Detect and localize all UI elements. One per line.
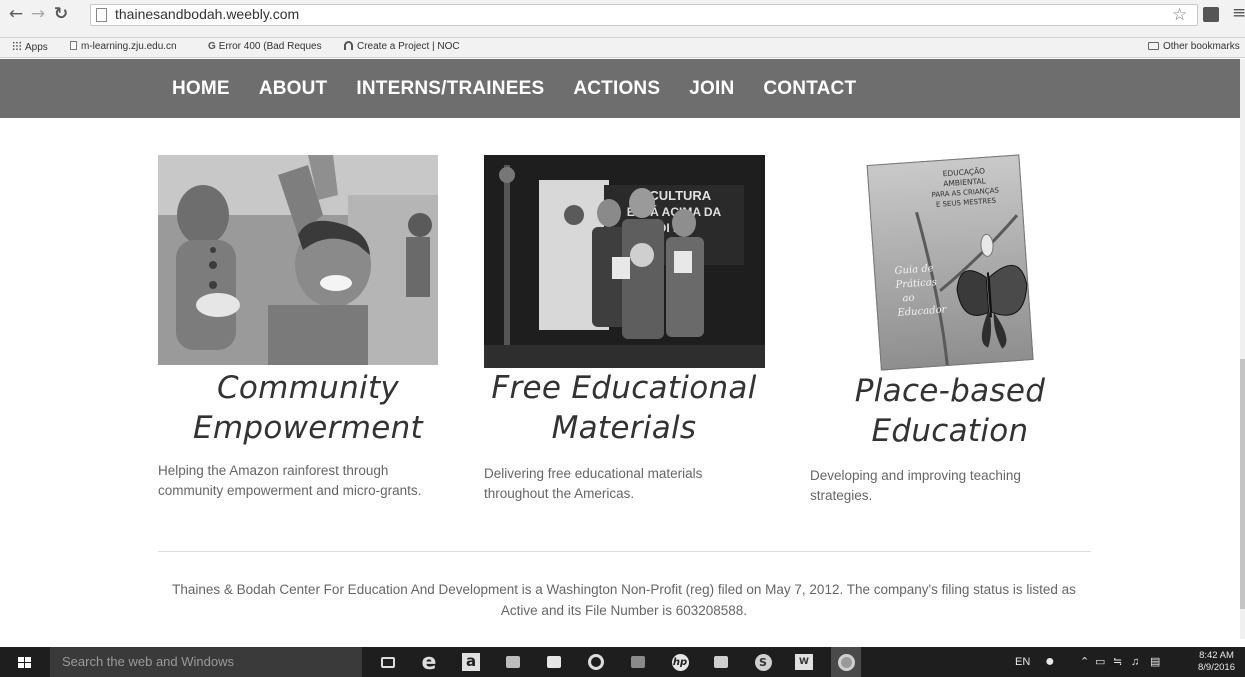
nav-about[interactable]: ABOUT (259, 78, 328, 100)
language-indicator[interactable]: EN (1015, 647, 1030, 677)
community-children-photo (158, 155, 438, 365)
file-explorer-icon[interactable] (502, 652, 524, 672)
amazon-icon[interactable]: a (460, 652, 482, 672)
page-scrollbar[interactable] (1240, 59, 1245, 639)
bookmark-m-learning[interactable]: m-learning.zju.edu.cn (70, 41, 177, 52)
back-arrow-icon[interactable]: ← (6, 4, 26, 24)
battery-icon[interactable]: ▭ (1095, 647, 1105, 677)
clock-date: 8/9/2016 (1198, 662, 1235, 673)
community-empowerment-description: Helping the Amazon rainforest through co… (158, 463, 422, 498)
footer-divider (158, 551, 1091, 552)
show-hidden-icons-chevron-icon[interactable]: ⌃ (1080, 647, 1089, 677)
nav-actions[interactable]: ACTIONS (573, 78, 660, 100)
action-center-icon[interactable]: ▤ (1150, 647, 1160, 677)
place-based-education-description: Developing and improving teaching strate… (810, 468, 1021, 503)
bookmarks-bar: Apps m-learning.zju.edu.cn G Error 400 (B… (0, 38, 1245, 58)
task-view-icon[interactable] (377, 652, 399, 672)
page-icon (96, 8, 107, 22)
free-educational-materials-title: Free Educational Materials (478, 368, 770, 448)
bookmark-label: Create a Project | NOC (357, 41, 460, 52)
store-icon[interactable] (543, 652, 565, 672)
address-bar-url[interactable]: thainesandbodah.weebly.com (115, 6, 299, 22)
bookmark-apps[interactable]: Apps (12, 41, 48, 53)
taskbar-clock[interactable]: 8:42 AM 8/9/2016 (1198, 650, 1235, 674)
reload-icon[interactable]: ↻ (51, 4, 71, 24)
educational-materials-photo: A CULTURA ESTÁ ACIMA DA DI DA (484, 155, 765, 368)
scrollbar-thumb[interactable] (1240, 359, 1245, 609)
bookmark-label: Apps (25, 42, 48, 53)
apps-grid-icon (12, 41, 22, 51)
bookmark-create-project[interactable]: Create a Project | NOC (344, 41, 460, 52)
bookmark-label: m-learning.zju.edu.cn (81, 41, 177, 52)
photos-app-icon[interactable] (627, 652, 649, 672)
browser-toolbar: ← → ↻ thainesandbodah.weebly.com ☆ ≡ (0, 0, 1245, 38)
bookmark-label: Other bookmarks (1163, 41, 1240, 52)
bookmark-other[interactable]: Other bookmarks (1148, 41, 1240, 52)
nav-interns-trainees[interactable]: INTERNS/TRAINEES (356, 78, 544, 100)
windows-taskbar: Search the web and Windows e a hp S W EN… (0, 647, 1245, 677)
nav-home[interactable]: HOME (172, 78, 230, 100)
book-subtitle-line: ao (902, 293, 915, 305)
chrome-taskbar-icon[interactable] (831, 647, 861, 677)
windows-start-icon[interactable] (18, 657, 31, 669)
community-empowerment-title: Community Empowerment (158, 368, 458, 448)
bookmark-star-icon[interactable]: ☆ (1172, 5, 1187, 25)
title-line: Place-based (854, 373, 1046, 409)
title-line: Free Educational (491, 370, 757, 406)
camera-app-icon[interactable] (585, 652, 607, 672)
skype-icon[interactable]: S (752, 652, 774, 672)
nav-contact[interactable]: CONTACT (763, 78, 856, 100)
extension-icon[interactable] (1203, 7, 1219, 22)
title-line: Education (871, 413, 1029, 449)
nav-join[interactable]: JOIN (689, 78, 734, 100)
page-icon (70, 41, 77, 50)
hp-icon[interactable]: hp (669, 652, 691, 672)
arch-icon (344, 41, 353, 50)
volume-icon[interactable]: ♫ (1131, 647, 1139, 677)
title-line: Community (216, 370, 400, 406)
free-educational-materials-description: Delivering free educational materials th… (484, 466, 703, 501)
bookmark-label: Error 400 (Bad Reques (218, 41, 322, 52)
wifi-icon[interactable]: ≒ (1113, 647, 1122, 677)
folder-icon (1148, 42, 1159, 50)
taskbar-search-box[interactable]: Search the web and Windows (50, 647, 362, 677)
clock-time: 8:42 AM (1199, 650, 1234, 661)
book-cover-image: EDUCAÇÃO AMBIENTAL PARA AS CRIANÇAS E SE… (860, 150, 1040, 372)
title-line: Materials (551, 410, 697, 446)
google-icon: G (208, 41, 216, 52)
title-line: Empowerment (193, 410, 423, 446)
forward-arrow-icon[interactable]: → (28, 4, 48, 24)
browser-menu-icon[interactable]: ≡ (1232, 3, 1245, 23)
photo-viewer-icon[interactable] (710, 652, 732, 672)
site-navigation: HOME ABOUT INTERNS/TRAINEES ACTIONS JOIN… (0, 59, 1240, 118)
place-based-education-title: Place-based Education (800, 371, 1100, 451)
address-bar[interactable]: thainesandbodah.weebly.com (90, 4, 1198, 26)
word-icon[interactable]: W (793, 652, 815, 672)
bookmark-error-400[interactable]: G Error 400 (Bad Reques (208, 41, 322, 52)
notification-app-icon[interactable]: ● (1045, 647, 1055, 677)
footer-registration-text: Thaines & Bodah Center For Education And… (172, 582, 1076, 618)
edge-browser-icon[interactable]: e (418, 650, 440, 675)
